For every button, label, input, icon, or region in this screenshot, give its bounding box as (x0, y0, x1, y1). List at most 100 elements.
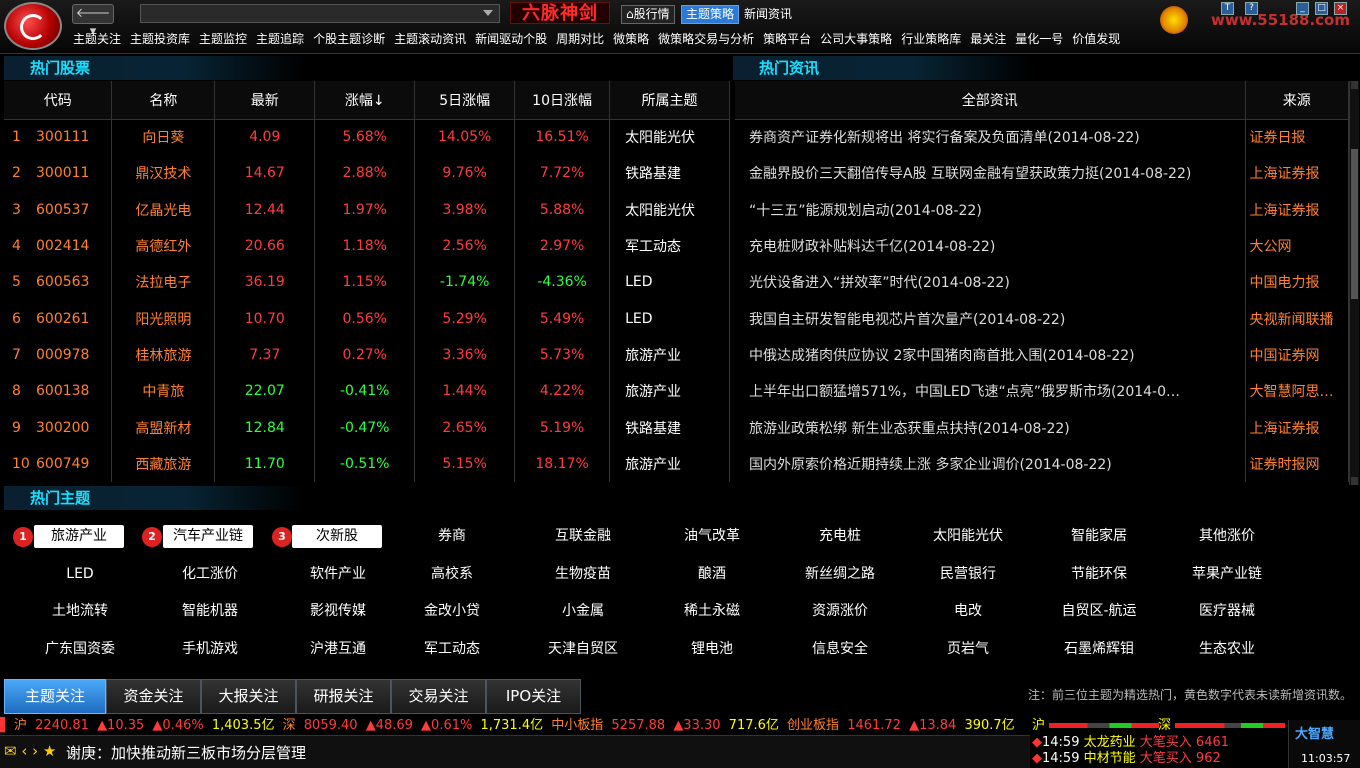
menu-item[interactable]: 量化一号 (1015, 30, 1063, 48)
stock-row[interactable]: 7 000978 桂林旅游 7.37 0.27% 3.36% 5.73% 旅游产业 (4, 336, 730, 374)
theme-item[interactable]: 充电桩 (785, 524, 895, 548)
bottom-tab[interactable]: 资金关注 (106, 679, 201, 714)
theme-item[interactable]: 苹果产业链 (1172, 562, 1282, 586)
scrollbar-thumb[interactable] (1351, 149, 1358, 299)
theme-item[interactable]: 节能环保 (1044, 562, 1154, 586)
tab-market[interactable]: ⌂股行情 (621, 5, 675, 24)
bottom-tab[interactable]: 交易关注 (391, 679, 486, 714)
stock-col-header[interactable]: 代码 (4, 81, 113, 120)
theme-item[interactable]: 广东国资委 (25, 637, 135, 661)
news-col-source[interactable]: 来源 (1245, 81, 1349, 120)
news-row[interactable]: 光伏设备进入“拼效率”时代(2014-08-22) 中国电力报 (735, 264, 1349, 301)
back-button[interactable]: 🡐 ▾ (72, 4, 114, 39)
news-row[interactable]: 券商资产证券化新规将出 将实行备案及负面清单(2014-08-22) 证券日报 (735, 119, 1349, 156)
news-headline[interactable]: 充电桩财政补贴料达千亿(2014-08-22) (735, 227, 1246, 265)
stock-col-header[interactable]: 10日涨幅 (514, 81, 611, 120)
theme-item[interactable]: 其他涨价 (1172, 524, 1282, 548)
news-row[interactable]: “十三五”能源规划启动(2014-08-22) 上海证券报 (735, 191, 1349, 228)
theme-item[interactable]: 医疗器械 (1172, 599, 1282, 623)
prev-next-icon[interactable]: ‹ › (21, 742, 38, 760)
news-source[interactable]: 中国电力报 (1245, 264, 1349, 301)
theme-item[interactable]: 自贸区-航运 (1044, 599, 1154, 623)
theme-item[interactable]: 影视传媒 (283, 599, 393, 623)
news-headline[interactable]: 上半年出口额猛增571%，中国LED飞速“点亮”俄罗斯市场(2014-0… (735, 373, 1246, 410)
stock-col-header[interactable]: 最新 (214, 81, 316, 120)
news-headline[interactable]: 券商资产证券化新规将出 将实行备案及负面清单(2014-08-22) (735, 119, 1246, 156)
tool-icon[interactable]: T (1221, 2, 1234, 15)
stock-col-header[interactable]: 涨幅↓ (314, 81, 416, 120)
theme-item[interactable]: 软件产业 (283, 562, 393, 586)
stock-col-header[interactable]: 名称 (111, 81, 216, 120)
theme-item[interactable]: 酿酒 (657, 562, 767, 586)
menu-item[interactable]: 微策略交易与分析 (658, 30, 754, 48)
news-row[interactable]: 中俄达成猪肉供应协议 2家中国猪肉商首批入围(2014-08-22) 中国证券网 (735, 336, 1349, 374)
alert-row[interactable]: ◆14:59 中材节能 大笔买入 962 (1032, 751, 1286, 767)
stock-col-header[interactable]: 所属主题 (609, 81, 730, 120)
news-source[interactable]: 央视新闻联播 (1245, 300, 1349, 337)
stock-row[interactable]: 3 600537 亿晶光电 12.44 1.97% 3.98% 5.88% 太阳能光伏 (4, 191, 730, 228)
stock-row[interactable]: 4 002414 高德红外 20.66 1.18% 2.56% 2.97% 军工动态 (4, 227, 730, 265)
menu-item[interactable]: 主题关注 (73, 30, 121, 48)
theme-item[interactable]: 互联金融 (528, 524, 638, 548)
news-row[interactable]: 旅游业政策松绑 新生业态获重点扶持(2014-08-22) 上海证券报 (735, 409, 1349, 446)
minimize-icon[interactable]: _ (1296, 2, 1309, 15)
news-headline[interactable]: 国内外原索价格近期持续上涨 多家企业调价(2014-08-22) (735, 445, 1246, 482)
news-source[interactable]: 上海证券报 (1245, 155, 1349, 192)
alert-row[interactable]: ◆14:59 太龙药业 大笔买入 6461 (1032, 735, 1286, 751)
theme-item[interactable]: 新丝绸之路 (785, 562, 895, 586)
menu-item[interactable]: 新闻驱动个股 (475, 30, 547, 48)
bottom-tab[interactable]: IPO关注 (486, 679, 581, 714)
news-source[interactable]: 证券时报网 (1245, 445, 1349, 482)
news-headline[interactable]: “十三五”能源规划启动(2014-08-22) (735, 191, 1246, 228)
theme-item[interactable]: 智能机器 (155, 599, 265, 623)
menu-item[interactable]: 策略平台 (763, 30, 811, 48)
theme-item[interactable]: 油气改革 (657, 524, 767, 548)
theme-item[interactable]: 资源涨价 (785, 599, 895, 623)
theme-item[interactable]: 太阳能光伏 (913, 524, 1023, 548)
theme-item[interactable]: 电改 (913, 599, 1023, 623)
menu-item[interactable]: 主题追踪 (256, 30, 304, 48)
bottom-tab[interactable]: 主题关注 (4, 679, 106, 714)
stock-col-header[interactable]: 5日涨幅 (414, 81, 516, 120)
theme-item[interactable]: 天津自贸区 (528, 637, 638, 661)
theme-item[interactable]: 小金属 (528, 599, 638, 623)
status-icons[interactable]: ✉ ‹ › ★ (4, 742, 56, 760)
stock-row[interactable]: 6 600261 阳光照明 10.70 0.56% 5.29% 5.49% LED (4, 300, 730, 337)
star-icon[interactable]: ★ (43, 742, 56, 760)
theme-item[interactable]: 信息安全 (785, 637, 895, 661)
status-message[interactable]: 谢庚：加快推动新三板市场分层管理 (66, 742, 306, 763)
menu-item[interactable]: 个股主题诊断 (313, 30, 385, 48)
news-row[interactable]: 金融界股价三天翻倍传导A股 互联网金融有望获政策力挺(2014-08-22) 上海… (735, 155, 1349, 192)
news-col-all[interactable]: 全部资讯 (735, 81, 1246, 120)
bottom-tab[interactable]: 大报关注 (201, 679, 296, 714)
tab-theme-strategy[interactable]: 主题策略 (681, 5, 740, 24)
menu-item[interactable]: 周期对比 (556, 30, 604, 48)
stock-row[interactable]: 10 600749 西藏旅游 11.70 -0.51% 5.15% 18.17% 旅游产业 (4, 445, 730, 482)
news-row[interactable]: 充电桩财政补贴料达千亿(2014-08-22) 大公网 (735, 227, 1349, 265)
theme-item[interactable]: 页岩气 (913, 637, 1023, 661)
mail-icon[interactable]: ✉ (4, 742, 17, 760)
theme-item[interactable]: 手机游戏 (155, 637, 265, 661)
menu-item[interactable]: 行业策略库 (901, 30, 961, 48)
news-headline[interactable]: 光伏设备进入“拼效率”时代(2014-08-22) (735, 264, 1246, 301)
theme-item[interactable]: 石墨烯辉钼 (1044, 637, 1154, 661)
news-source[interactable]: 证券日报 (1245, 119, 1349, 156)
theme-item[interactable]: 沪港互通 (283, 637, 393, 661)
app-logo[interactable] (4, 2, 62, 50)
news-headline[interactable]: 中俄达成猪肉供应协议 2家中国猪肉商首批入围(2014-08-22) (735, 336, 1246, 374)
news-scrollbar[interactable] (1349, 81, 1359, 485)
theme-item[interactable]: 民营银行 (913, 562, 1023, 586)
theme-item[interactable]: 智能家居 (1044, 524, 1154, 548)
menu-item[interactable]: 公司大事策略 (820, 30, 892, 48)
close-icon[interactable]: × (1334, 2, 1347, 15)
theme-item[interactable]: 高校系 (397, 562, 507, 586)
news-row[interactable]: 我国自主研发智能电视芯片首次量产(2014-08-22) 央视新闻联播 (735, 300, 1349, 337)
news-headline[interactable]: 金融界股价三天翻倍传导A股 互联网金融有望获政策力挺(2014-08-22) (735, 155, 1246, 192)
theme-item[interactable]: 生物疫苗 (528, 562, 638, 586)
menu-item[interactable]: 主题滚动资讯 (394, 30, 466, 48)
news-row[interactable]: 国内外原索价格近期持续上涨 多家企业调价(2014-08-22) 证券时报网 (735, 445, 1349, 482)
theme-item[interactable]: LED (25, 562, 135, 586)
address-dropdown[interactable] (140, 4, 500, 23)
menu-item[interactable]: 最关注 (970, 30, 1006, 48)
theme-item[interactable]: 锂电池 (657, 637, 767, 661)
